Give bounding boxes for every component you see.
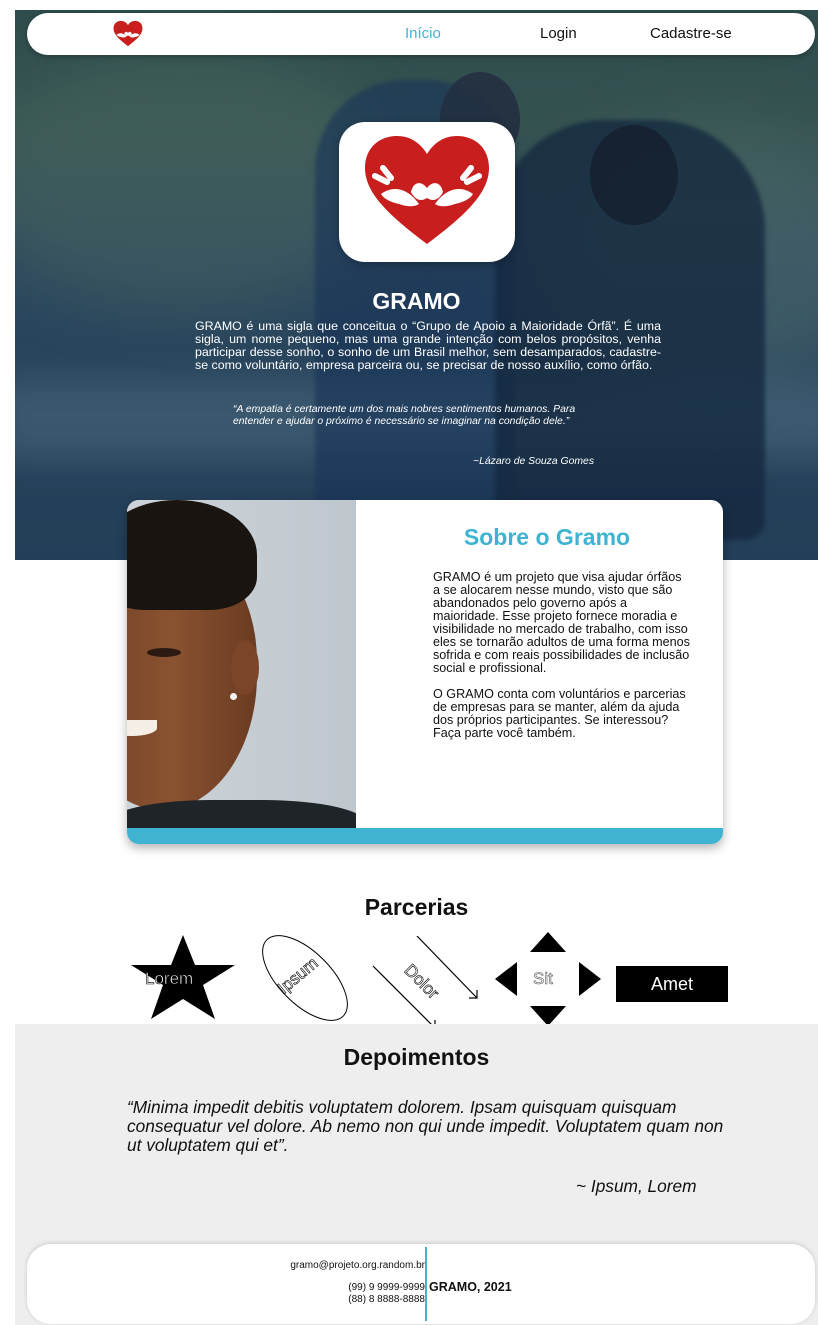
photo-eye [147, 648, 181, 657]
partners-title: Parcerias [364, 894, 469, 920]
photo-earring [230, 693, 237, 700]
footer-divider [425, 1247, 427, 1321]
footer-email[interactable]: gramo@projeto.org.random.br [290, 1260, 425, 1271]
about-card: Sobre o Gramo GRAMO é um projeto que vis… [127, 500, 723, 844]
nav-link-cadastre-se[interactable]: Cadastre-se [650, 25, 732, 42]
partner-ipsum[interactable]: Ipsum [257, 932, 353, 1024]
testimonial-author: ~ Ipsum, Lorem [576, 1176, 697, 1196]
about-paragraph-1: GRAMO é um projeto que visa ajudar órfão… [433, 570, 690, 675]
partner-lorem[interactable]: Lorem [131, 935, 235, 1019]
about-accent-bar [127, 828, 723, 844]
photo-hair [127, 500, 257, 610]
footer: gramo@projeto.org.random.br (99) 9 9999-… [27, 1244, 815, 1324]
page: GRAMO GRAMO é uma sigla que conceitua o … [15, 10, 818, 1325]
hero-logo [339, 122, 515, 262]
photo-ear [231, 640, 259, 695]
hero-title: GRAMO [372, 288, 461, 314]
partner-amet[interactable]: Amet [616, 966, 728, 1002]
heart-hands-icon [365, 136, 489, 244]
testimonial-quote: “Minima impedit debitis voluptatem dolor… [127, 1097, 724, 1155]
partner-dolor[interactable]: Dolor [371, 935, 483, 1029]
heart-hands-icon[interactable] [111, 20, 145, 48]
nav-link-inicio[interactable]: Início [405, 25, 441, 42]
hero-section: GRAMO GRAMO é uma sigla que conceitua o … [15, 10, 818, 560]
hero-description: GRAMO é uma sigla que conceitua o “Grupo… [195, 319, 661, 372]
partner-lorem-label: Lorem [145, 969, 194, 989]
hero-quote: “A empatia é certamente um dos mais nobr… [233, 404, 576, 427]
partner-sit[interactable]: Sit [493, 932, 603, 1026]
hero-overlay [15, 10, 818, 560]
about-text: GRAMO é um projeto que visa ajudar órfão… [433, 571, 691, 753]
partner-sit-label: Sit [533, 969, 553, 989]
about-title: Sobre o Gramo [463, 524, 631, 550]
hero-quote-author: ~Lázaro de Souza Gomes [473, 456, 595, 467]
photo-shirt [127, 800, 356, 828]
about-photo [127, 500, 356, 828]
footer-phone-1: (99) 9 9999-9999 [348, 1282, 425, 1293]
top-navbar: Início Login Cadastre-se [27, 13, 815, 55]
about-paragraph-2: O GRAMO conta com voluntários e parceria… [433, 687, 686, 740]
testimonials-title: Depoimentos [343, 1044, 490, 1070]
nav-link-login[interactable]: Login [540, 25, 577, 42]
footer-brand: GRAMO, 2021 [429, 1280, 512, 1294]
footer-phone-2: (88) 8 8888-8888 [348, 1294, 425, 1305]
